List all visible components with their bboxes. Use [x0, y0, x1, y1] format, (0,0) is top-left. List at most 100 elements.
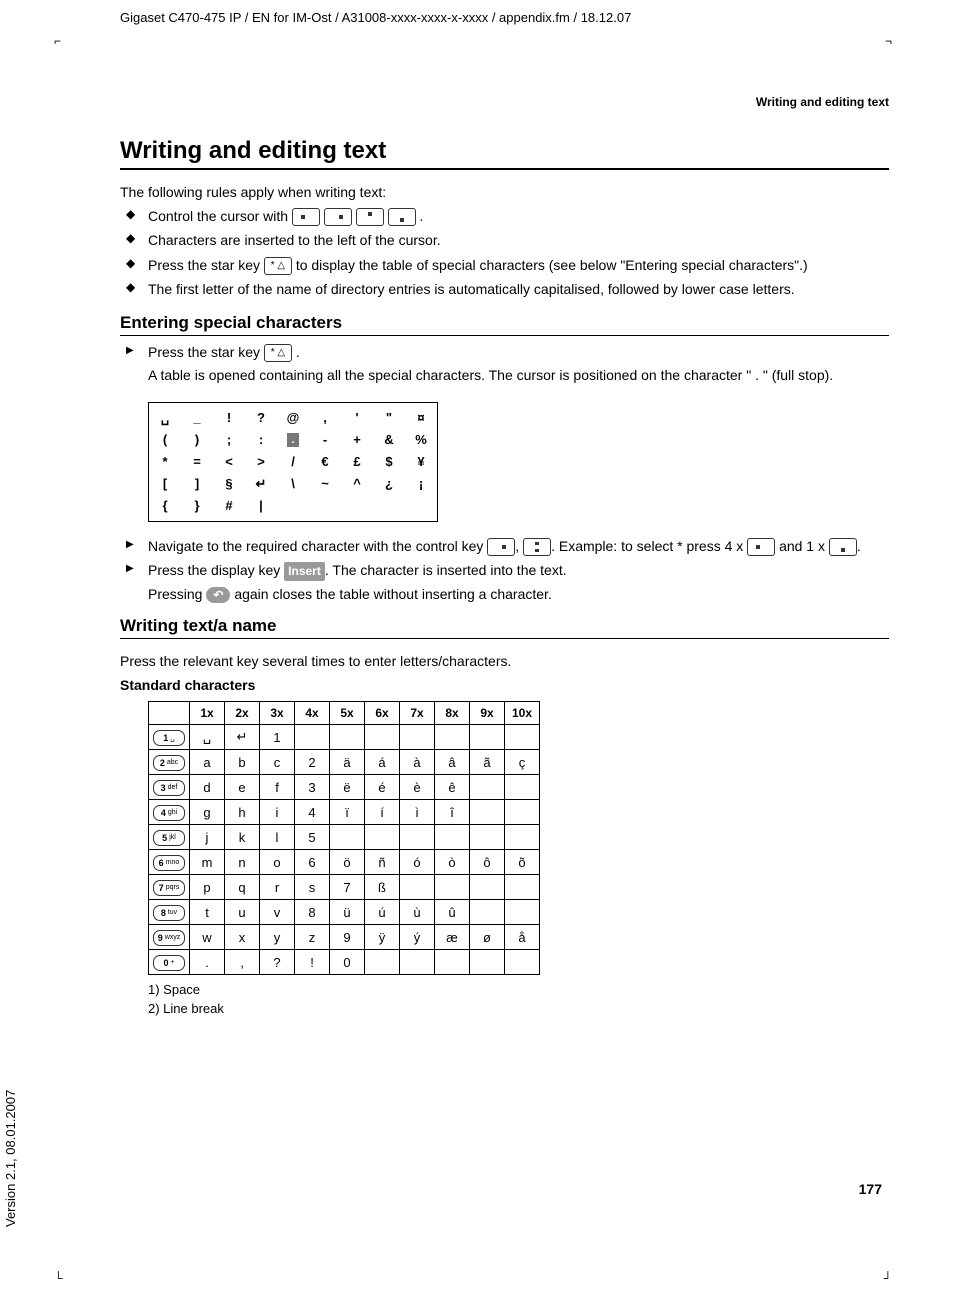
special-char-cell [277, 495, 309, 517]
char-cell: t [190, 900, 225, 925]
char-cell [435, 950, 470, 975]
col-header: 1x [190, 702, 225, 725]
entering-heading: Entering special characters [120, 313, 889, 336]
writing-intro: Press the relevant key several times to … [120, 653, 889, 669]
phone-key-icon: 7pqrs [153, 880, 185, 896]
special-char-cell: ; [213, 429, 245, 451]
col-header: 10x [505, 702, 540, 725]
special-char-cell: : [245, 429, 277, 451]
char-cell: , [225, 950, 260, 975]
char-cell: m [190, 850, 225, 875]
key-cell: 2abc [149, 750, 190, 775]
running-header: Writing and editing text [120, 95, 889, 109]
char-cell: r [260, 875, 295, 900]
char-cell: z [295, 925, 330, 950]
special-char-cell: ¿ [373, 473, 405, 495]
special-char-cell: § [213, 473, 245, 495]
nav-left-key-icon [747, 538, 775, 556]
char-cell: 6 [295, 850, 330, 875]
crop-mark-icon: ⌐ [54, 34, 61, 48]
char-cell: v [260, 900, 295, 925]
char-cell: d [190, 775, 225, 800]
special-char-cell: + [341, 429, 373, 451]
key-cell: 3def [149, 775, 190, 800]
char-cell: ü [330, 900, 365, 925]
char-cell: ç [505, 750, 540, 775]
char-cell: ↵ [225, 725, 260, 750]
char-cell [365, 950, 400, 975]
char-cell: x [225, 925, 260, 950]
char-cell: s [295, 875, 330, 900]
char-cell: w [190, 925, 225, 950]
char-cell [435, 725, 470, 750]
char-cell: ô [470, 850, 505, 875]
col-header: 6x [365, 702, 400, 725]
special-char-cell: ↵ [245, 473, 277, 495]
special-char-cell [341, 495, 373, 517]
footnotes: 1) Space 2) Line break [148, 981, 889, 1017]
char-cell [400, 725, 435, 750]
char-cell [505, 725, 540, 750]
special-char-cell: - [309, 429, 341, 451]
char-cell: ␣ [190, 725, 225, 750]
col-header: 4x [295, 702, 330, 725]
special-char-cell: { [149, 495, 181, 517]
char-cell [470, 775, 505, 800]
char-cell: y [260, 925, 295, 950]
standard-char-table: 1x2x3x4x5x6x7x8x9x10x1␣␣↵12abcabc2äáàâãç… [148, 701, 540, 975]
char-cell: ÿ [365, 925, 400, 950]
phone-key-icon: 1␣ [153, 730, 185, 746]
char-cell: ó [400, 850, 435, 875]
col-header: 7x [400, 702, 435, 725]
key-cell: 0+ [149, 950, 190, 975]
char-cell [505, 950, 540, 975]
char-cell: b [225, 750, 260, 775]
char-cell: ù [400, 900, 435, 925]
footnote: 1) Space [148, 981, 889, 999]
special-char-cell: ¥ [405, 451, 437, 473]
special-char-cell: ? [245, 407, 277, 429]
crop-mark-icon: ¬ [885, 34, 892, 48]
char-cell [470, 725, 505, 750]
char-cell: û [435, 900, 470, 925]
char-cell: 0 [330, 950, 365, 975]
col-header: 9x [470, 702, 505, 725]
char-cell: l [260, 825, 295, 850]
char-cell: í [365, 800, 400, 825]
entering-steps: Press the star key * △ . A table is open… [120, 342, 889, 386]
phone-key-icon: 6mno [153, 855, 185, 871]
rule-item: Control the cursor with . [120, 206, 889, 226]
special-char-cell: / [277, 451, 309, 473]
char-cell: å [505, 925, 540, 950]
nav-right-key-icon [324, 208, 352, 226]
char-cell: . [190, 950, 225, 975]
char-cell: â [435, 750, 470, 775]
special-char-cell: > [245, 451, 277, 473]
char-cell [330, 725, 365, 750]
phone-key-icon: 3def [153, 780, 185, 796]
special-char-cell: \ [277, 473, 309, 495]
crop-mark-icon: └ [54, 1271, 63, 1285]
special-char-cell: € [309, 451, 341, 473]
char-cell: ñ [365, 850, 400, 875]
col-header: 2x [225, 702, 260, 725]
char-cell: j [190, 825, 225, 850]
char-cell: ? [260, 950, 295, 975]
std-heading: Standard characters [120, 677, 889, 693]
footnote: 2) Line break [148, 1000, 889, 1018]
char-cell: ß [365, 875, 400, 900]
col-header: 5x [330, 702, 365, 725]
phone-key-icon: 5jkl [153, 830, 185, 846]
char-cell: ë [330, 775, 365, 800]
special-char-cell: | [245, 495, 277, 517]
rule-item: Press the star key * △ to display the ta… [120, 255, 889, 275]
special-char-cell: = [181, 451, 213, 473]
col-header: 8x [435, 702, 470, 725]
char-cell [435, 875, 470, 900]
special-char-cell: # [213, 495, 245, 517]
char-cell: 8 [295, 900, 330, 925]
step-item: Press the display key Insert. The charac… [120, 560, 889, 604]
char-cell: è [400, 775, 435, 800]
special-char-cell: ¡ [405, 473, 437, 495]
special-char-cell: * [149, 451, 181, 473]
